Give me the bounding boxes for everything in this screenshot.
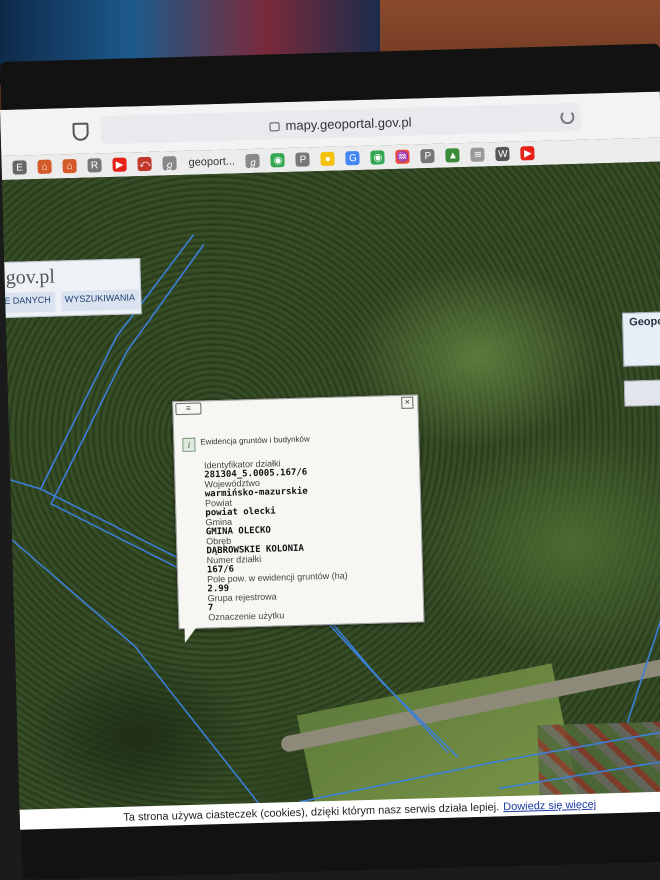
popup-title: Ewidencja gruntów i budynków [200,434,310,447]
site-nav: E DANYCH WYSZUKIWANIA [0,289,140,314]
geoportal-header: gov.pl E DANYCH WYSZUKIWANIA [0,258,142,319]
lock-icon [269,121,280,131]
geoportal-icon[interactable]: ℊ [245,153,261,169]
youtube-icon[interactable]: ▶ [112,157,127,172]
map-canvas[interactable]: gov.pl E DANYCH WYSZUKIWANIA Geopo ≡ × i… [0,160,660,830]
map-tools[interactable] [623,378,660,407]
parcel-line [626,581,660,723]
parcel-line [10,479,41,490]
audio-icon[interactable]: ♒ [395,149,411,164]
list-icon[interactable]: ≡ [175,402,202,416]
e-icon[interactable]: E [12,160,27,175]
home-icon[interactable]: ⌂ [37,159,52,174]
image-icon[interactable]: ▲ [445,148,461,163]
r-icon[interactable]: R [87,158,102,173]
popup-fields: Identyfikator działki 281304_5.0005.167/6… [204,456,408,623]
p-icon[interactable]: P [420,148,436,164]
laptop-screen: mapy.geoportal.gov.pl E ⌂ ⌂ R ▶ ⤺ ℊ geoport... ℊ… [0,91,660,830]
youtube-icon[interactable]: ▶ [520,146,536,161]
home-icon[interactable]: ⌂ [62,158,77,174]
parcel-line [499,754,660,790]
overview-panel[interactable]: Geopo [621,310,660,367]
info-icon: i [182,437,196,453]
maps-pin-icon[interactable]: ◉ [270,153,286,168]
google-icon[interactable]: G [345,150,361,166]
wikipedia-icon[interactable]: W [495,146,511,162]
overview-title: Geopo [629,315,660,329]
wave-icon[interactable]: ≋ [470,147,486,162]
nav-item-data[interactable]: E DANYCH [0,291,56,314]
nav-item-search[interactable]: WYSZUKIWANIA [60,289,140,312]
circle-icon[interactable]: ● [320,151,336,167]
tracking-shield-icon[interactable] [72,122,89,141]
maps-pin-icon[interactable]: ◉ [370,150,386,165]
geoportal-icon[interactable]: ℊ [162,156,177,171]
cookie-more-link[interactable]: Dowiedz się więcej [503,799,596,814]
p-icon[interactable]: P [295,152,311,167]
popup-pointer [184,624,199,644]
active-tab[interactable]: geoport... [188,155,235,168]
parcel-info-popup: ≡ × i Ewidencja gruntów i budynków Ident… [172,394,425,630]
url-text: mapy.geoportal.gov.pl [285,114,412,133]
parcel-line [299,724,660,803]
site-icon[interactable]: ⤺ [137,156,152,172]
address-bar[interactable]: mapy.geoportal.gov.pl [100,102,581,145]
site-logo[interactable]: gov.pl [5,266,55,290]
close-icon[interactable]: × [401,396,414,409]
